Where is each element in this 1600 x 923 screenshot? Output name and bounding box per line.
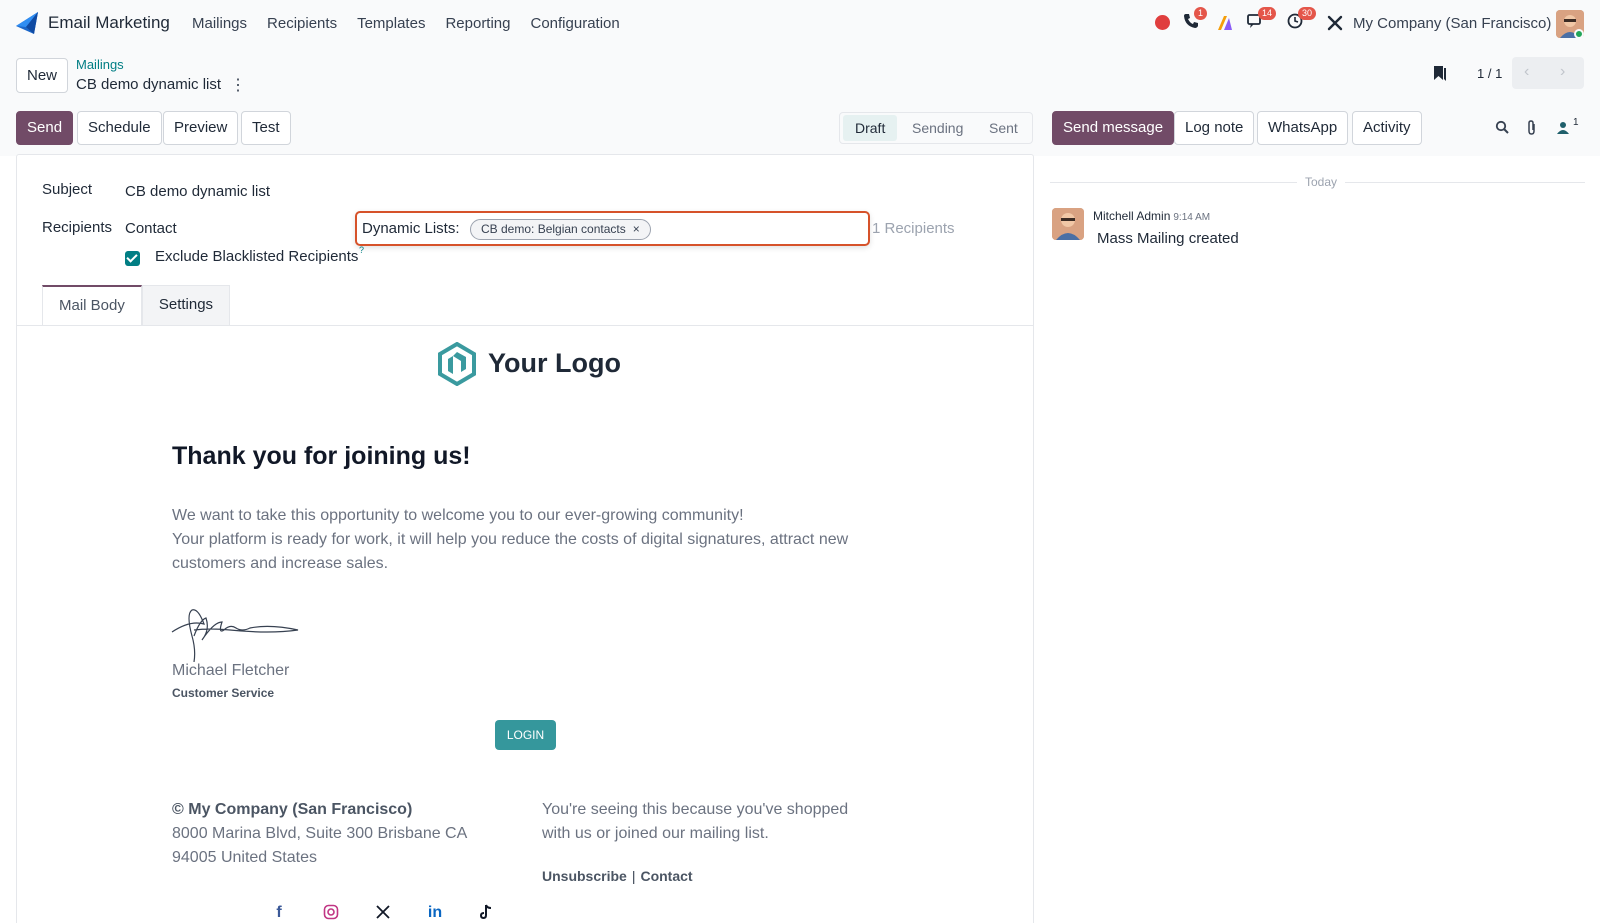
attachment-icon[interactable] <box>1525 120 1538 139</box>
subject-field[interactable]: CB demo dynamic list <box>125 183 270 200</box>
menu-templates[interactable]: Templates <box>357 15 425 32</box>
search-icon[interactable] <box>1495 120 1510 138</box>
instagram-icon[interactable] <box>321 904 341 922</box>
message-body: Mass Mailing created <box>1097 230 1239 247</box>
company-switcher[interactable]: My Company (San Francisco) <box>1353 15 1551 32</box>
status-sending[interactable]: Sending <box>912 120 963 136</box>
recording-icon[interactable] <box>1155 15 1170 30</box>
log-note-button[interactable]: Log note <box>1174 111 1255 145</box>
messages-icon[interactable]: 14 <box>1246 7 1277 34</box>
message-time: 9:14 AM <box>1173 212 1211 223</box>
unsubscribe-link[interactable]: Unsubscribe <box>542 868 627 884</box>
send-button[interactable]: Send <box>16 111 74 145</box>
dynamic-list-tag-label: CB demo: Belgian contacts <box>481 222 626 236</box>
dynamic-lists-label: Dynamic Lists: <box>362 220 460 237</box>
recipients-label: Recipients <box>42 219 113 236</box>
activity-clock-icon[interactable]: 30 <box>1286 7 1317 34</box>
signer-role[interactable]: Customer Service <box>172 686 274 700</box>
recipients-count[interactable]: 1 Recipients <box>872 220 955 237</box>
bookmark-icon[interactable] <box>1432 64 1448 86</box>
mail-paragraph-2[interactable]: Your platform is ready for work, it will… <box>172 528 882 576</box>
email-marketing-app-icon[interactable] <box>14 10 40 36</box>
message-author[interactable]: Mitchell Admin 9:14 AM <box>1093 209 1210 223</box>
preview-button[interactable]: Preview <box>163 111 239 145</box>
signer-name[interactable]: Michael Fletcher <box>172 662 289 680</box>
recipients-model-select[interactable]: Contact <box>125 220 177 237</box>
online-status-dot <box>1574 29 1584 39</box>
send-message-button[interactable]: Send message <box>1052 111 1175 145</box>
pager-next-icon[interactable]: › <box>1560 63 1565 81</box>
exclude-blacklisted-label: Exclude Blacklisted Recipients <box>155 248 359 265</box>
whatsapp-button[interactable]: WhatsApp <box>1257 111 1349 145</box>
menu-recipients[interactable]: Recipients <box>267 15 337 32</box>
messages-badge: 14 <box>1258 7 1277 20</box>
logo-text: Your Logo <box>488 348 621 378</box>
footer-link-separator: | <box>631 868 636 884</box>
pager-value[interactable]: 1 / 1 <box>1477 66 1502 81</box>
message-author-name[interactable]: Mitchell Admin <box>1093 209 1170 223</box>
followers-count: 1 <box>1573 117 1579 128</box>
menu-reporting[interactable]: Reporting <box>445 15 510 32</box>
login-cta-button[interactable]: LOGIN <box>495 720 556 750</box>
activity-button[interactable]: Activity <box>1352 111 1422 145</box>
exclude-blacklisted-checkbox[interactable] <box>125 251 140 266</box>
footer-address-line-1[interactable]: 8000 Marina Blvd, Suite 300 Brisbane CA <box>172 822 467 846</box>
signature-image <box>171 609 299 662</box>
followers-icon[interactable] <box>1556 120 1571 138</box>
schedule-button[interactable]: Schedule <box>77 111 162 145</box>
record-title: CB demo dynamic list <box>76 76 222 93</box>
status-bar: Draft Sending Sent <box>839 112 1033 144</box>
menu-mailings[interactable]: Mailings <box>192 15 247 32</box>
footer-links: Unsubscribe | Contact <box>542 868 693 884</box>
linkedin-icon[interactable]: in <box>425 904 445 922</box>
phone-badge: 1 <box>1194 7 1208 20</box>
menu-configuration[interactable]: Configuration <box>531 15 620 32</box>
footer-address-line-2[interactable]: 94005 United States <box>172 846 317 870</box>
tab-mail-body[interactable]: Mail Body <box>42 285 142 325</box>
status-draft[interactable]: Draft <box>843 115 898 141</box>
help-tooltip-icon[interactable]: ? <box>359 245 364 255</box>
remove-tag-icon[interactable]: × <box>633 222 640 236</box>
message-author-avatar[interactable] <box>1052 208 1084 240</box>
subject-label: Subject <box>42 181 93 198</box>
status-sent[interactable]: Sent <box>989 120 1018 136</box>
contact-link[interactable]: Contact <box>640 868 692 884</box>
app-name[interactable]: Email Marketing <box>48 13 170 33</box>
footer-company[interactable]: © My Company (San Francisco) <box>172 798 412 822</box>
mail-heading[interactable]: Thank you for joining us! <box>172 442 471 471</box>
phone-icon[interactable]: 1 <box>1182 7 1208 34</box>
breadcrumb-mailings[interactable]: Mailings <box>76 57 124 72</box>
new-button[interactable]: New <box>16 58 69 93</box>
activities-badge: 30 <box>1298 7 1317 20</box>
main-menu: Mailings Recipients Templates Reporting … <box>192 15 640 32</box>
your-logo-icon <box>438 342 476 386</box>
test-button[interactable]: Test <box>241 111 291 145</box>
dynamic-lists-field[interactable]: Dynamic Lists: CB demo: Belgian contacts… <box>355 211 870 246</box>
tools-icon[interactable] <box>1326 14 1344 36</box>
mail-paragraph-1[interactable]: We want to take this opportunity to welc… <box>172 504 872 528</box>
footer-notice[interactable]: You're seeing this because you've shoppe… <box>542 798 872 846</box>
facebook-icon[interactable]: f <box>269 904 289 922</box>
tiktok-icon[interactable] <box>476 904 496 922</box>
pager-nav: ‹ › <box>1512 57 1584 89</box>
top-navbar: Email Marketing Mailings Recipients Temp… <box>0 0 1600 46</box>
x-icon[interactable] <box>373 904 393 922</box>
pager-previous-icon[interactable]: ‹ <box>1524 63 1529 81</box>
ai-icon[interactable] <box>1216 14 1234 36</box>
tab-divider <box>17 325 1033 326</box>
chatter-date-label: Today <box>1297 175 1346 189</box>
record-actions-kebab-icon[interactable]: ⋮ <box>230 75 246 95</box>
dynamic-list-tag[interactable]: CB demo: Belgian contacts × <box>470 219 651 240</box>
form-tabs: Mail Body Settings <box>42 285 231 325</box>
tab-settings[interactable]: Settings <box>141 285 231 325</box>
